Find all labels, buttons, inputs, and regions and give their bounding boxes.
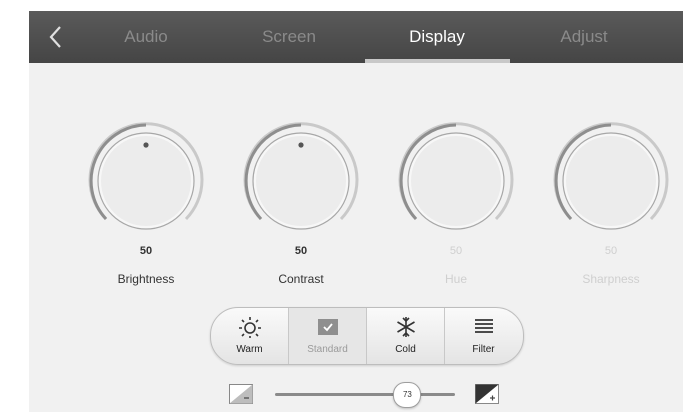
slider-thumb[interactable]: 73 <box>393 382 422 408</box>
standard-label: Standard <box>307 344 348 355</box>
filter-mode-button[interactable]: Filter <box>445 308 522 364</box>
standard-mode-button[interactable]: Standard <box>289 308 366 364</box>
contrast-value: 50 <box>294 245 308 257</box>
slider-track[interactable] <box>275 393 455 396</box>
contrast-label: Contrast <box>278 272 324 286</box>
warm-label: Warm <box>236 344 263 355</box>
active-tab-indicator <box>365 59 510 63</box>
brightness-label: Brightness <box>117 272 175 286</box>
snowflake-icon <box>397 317 415 337</box>
sun-icon <box>239 317 261 338</box>
cold-label: Cold <box>395 344 416 355</box>
filter-lines-icon <box>475 319 493 333</box>
display-settings-panel: Audio Screen Display Adjust 50 Brightnes… <box>29 11 683 412</box>
sharpness-knob <box>549 119 673 243</box>
contrast-increase-icon[interactable] <box>475 384 499 404</box>
back-arrow-icon[interactable] <box>43 24 69 50</box>
tab-audio[interactable]: Audio <box>91 11 201 63</box>
tab-display[interactable]: Display <box>382 11 492 63</box>
hue-knob <box>394 119 518 243</box>
tab-screen[interactable]: Screen <box>234 11 344 63</box>
sharpness-value: 50 <box>604 245 618 257</box>
sharpness-label: Sharpness <box>582 272 640 286</box>
filter-label: Filter <box>472 344 495 355</box>
contrast-decrease-icon[interactable] <box>229 384 253 404</box>
cold-mode-button[interactable]: Cold <box>367 308 444 364</box>
tab-adjust[interactable]: Adjust <box>529 11 639 63</box>
color-mode-selector: Warm Standard Cold Filter <box>210 307 524 365</box>
hue-value: 50 <box>449 245 463 257</box>
contrast-knob[interactable] <box>239 119 363 243</box>
warm-mode-button[interactable]: Warm <box>211 308 288 364</box>
check-icon <box>318 319 338 335</box>
picture-slider: 73 <box>229 379 509 409</box>
brightness-knob[interactable] <box>84 119 208 243</box>
brightness-value: 50 <box>139 245 153 257</box>
top-navigation-bar: Audio Screen Display Adjust <box>29 11 683 63</box>
hue-label: Hue <box>444 272 467 286</box>
